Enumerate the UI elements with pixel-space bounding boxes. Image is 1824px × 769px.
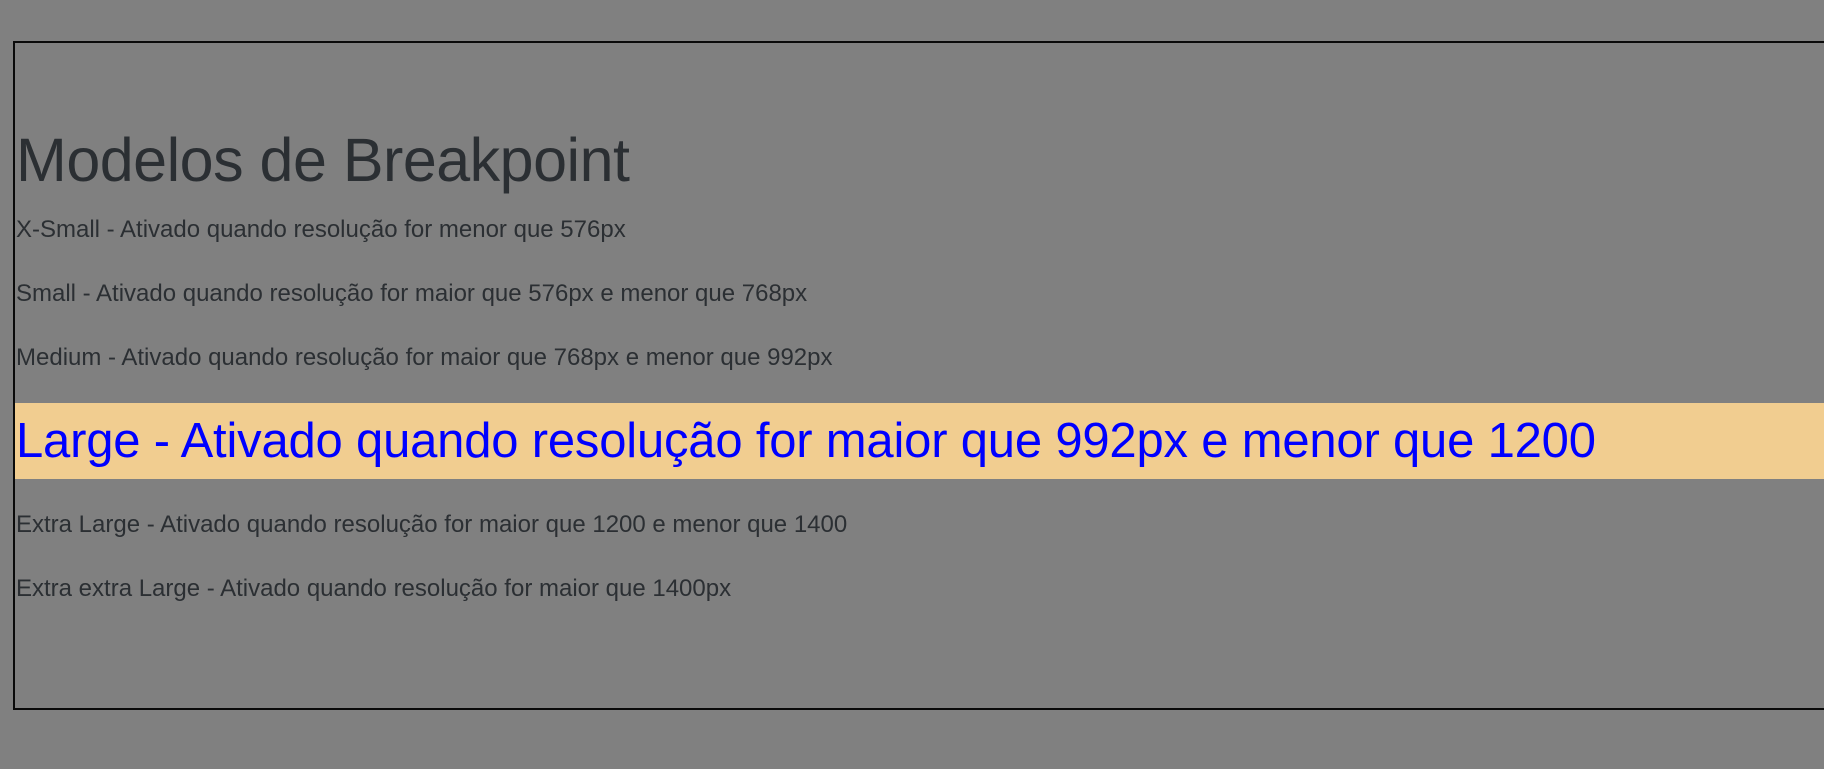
active-breakpoint-banner: Large - Ativado quando resolução for mai… bbox=[15, 403, 1824, 479]
breakpoint-small-text: Small - Ativado quando resolução for mai… bbox=[16, 280, 808, 307]
page-title: Modelos de Breakpoint bbox=[16, 126, 630, 194]
breakpoint-medium-text: Medium - Ativado quando resolução for ma… bbox=[16, 344, 833, 371]
breakpoint-xlarge-text: Extra Large - Ativado quando resolução f… bbox=[16, 511, 848, 538]
breakpoint-large-text: Large - Ativado quando resolução for mai… bbox=[16, 414, 1596, 468]
breakpoint-xxlarge-text: Extra extra Large - Ativado quando resol… bbox=[16, 575, 732, 602]
breakpoint-xsmall-text: X-Small - Ativado quando resolução for m… bbox=[16, 216, 626, 243]
